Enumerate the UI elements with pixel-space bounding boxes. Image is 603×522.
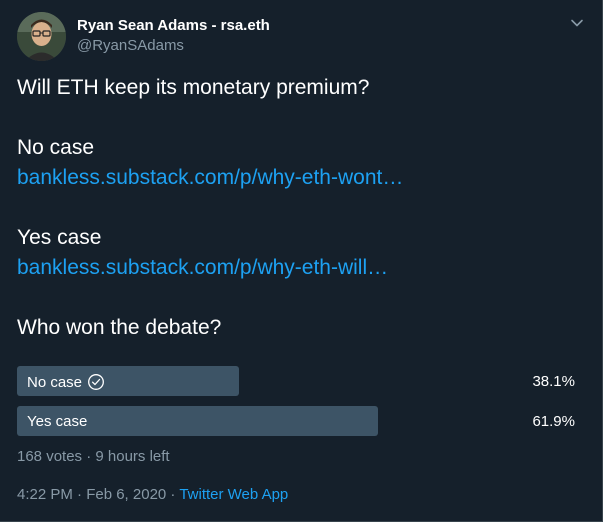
more-options-chevron-down-icon[interactable] [568, 14, 586, 32]
yes-case-link[interactable]: bankless.substack.com/p/why-eth-will… [17, 256, 388, 280]
avatar[interactable] [17, 12, 66, 61]
poll-option-label: No case [27, 373, 105, 391]
tweet-footer: 4:22 PM · Feb 6, 2020 · Twitter Web App [17, 486, 288, 503]
check-circle-icon [87, 373, 105, 391]
poll-option-text: No case [27, 373, 83, 391]
tweet-timestamp[interactable]: 4:22 PM · Feb 6, 2020 · [17, 486, 179, 503]
yes-case-heading: Yes case [17, 226, 102, 249]
poll-option-text: Yes case [27, 413, 88, 430]
tweet-question: Will ETH keep its monetary premium? [17, 76, 370, 99]
poll-option-percent: 61.9% [532, 413, 575, 430]
author-handle[interactable]: @RyanSAdams [77, 37, 184, 54]
poll-option-no-case: No case 38.1% [17, 366, 577, 396]
poll-meta: 168 votes · 9 hours left [17, 448, 170, 465]
poll-option-percent: 38.1% [532, 373, 575, 390]
no-case-link[interactable]: bankless.substack.com/p/why-eth-wont… [17, 166, 403, 190]
poll-option-label: Yes case [27, 413, 87, 430]
tweet-source-link[interactable]: Twitter Web App [179, 486, 288, 503]
avatar-image [17, 12, 66, 61]
poll-question: Who won the debate? [17, 316, 222, 339]
tweet-card: Ryan Sean Adams - rsa.eth @RyanSAdams Wi… [0, 0, 603, 522]
author-name[interactable]: Ryan Sean Adams - rsa.eth [77, 17, 270, 34]
no-case-heading: No case [17, 136, 95, 159]
poll-option-yes-case: Yes case 61.9% [17, 406, 577, 436]
